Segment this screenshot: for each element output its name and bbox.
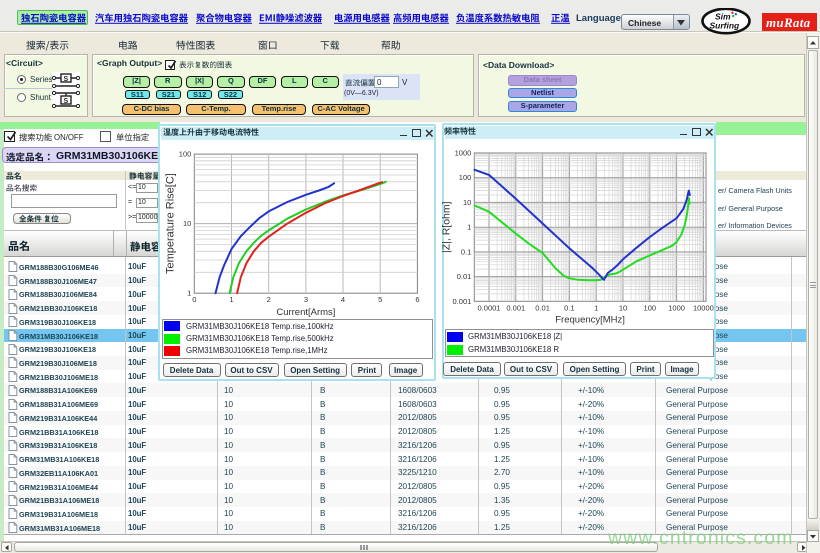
svg-text:1000: 1000 [668,303,685,312]
svg-text:1: 1 [594,303,598,312]
svg-text:0.01: 0.01 [457,272,472,281]
svg-text:10: 10 [463,198,471,207]
svg-text:0.1: 0.1 [564,303,574,312]
svg-text:|Z|, R[ohm]: |Z|, R[ohm] [440,201,452,253]
svg-text:100: 100 [644,303,657,312]
svg-text:0.001: 0.001 [453,297,472,306]
svg-text:Frequency[MHz]: Frequency[MHz] [555,314,625,325]
svg-text:0.001: 0.001 [506,303,525,312]
svg-text:1: 1 [467,223,471,232]
svg-text:0.0001: 0.0001 [478,303,501,312]
svg-text:10: 10 [619,303,627,312]
svg-text:0.1: 0.1 [461,247,471,256]
svg-text:1000: 1000 [455,149,472,158]
svg-text:0.01: 0.01 [535,303,550,312]
svg-text:10000: 10000 [693,303,714,312]
svg-text:100: 100 [459,173,472,182]
